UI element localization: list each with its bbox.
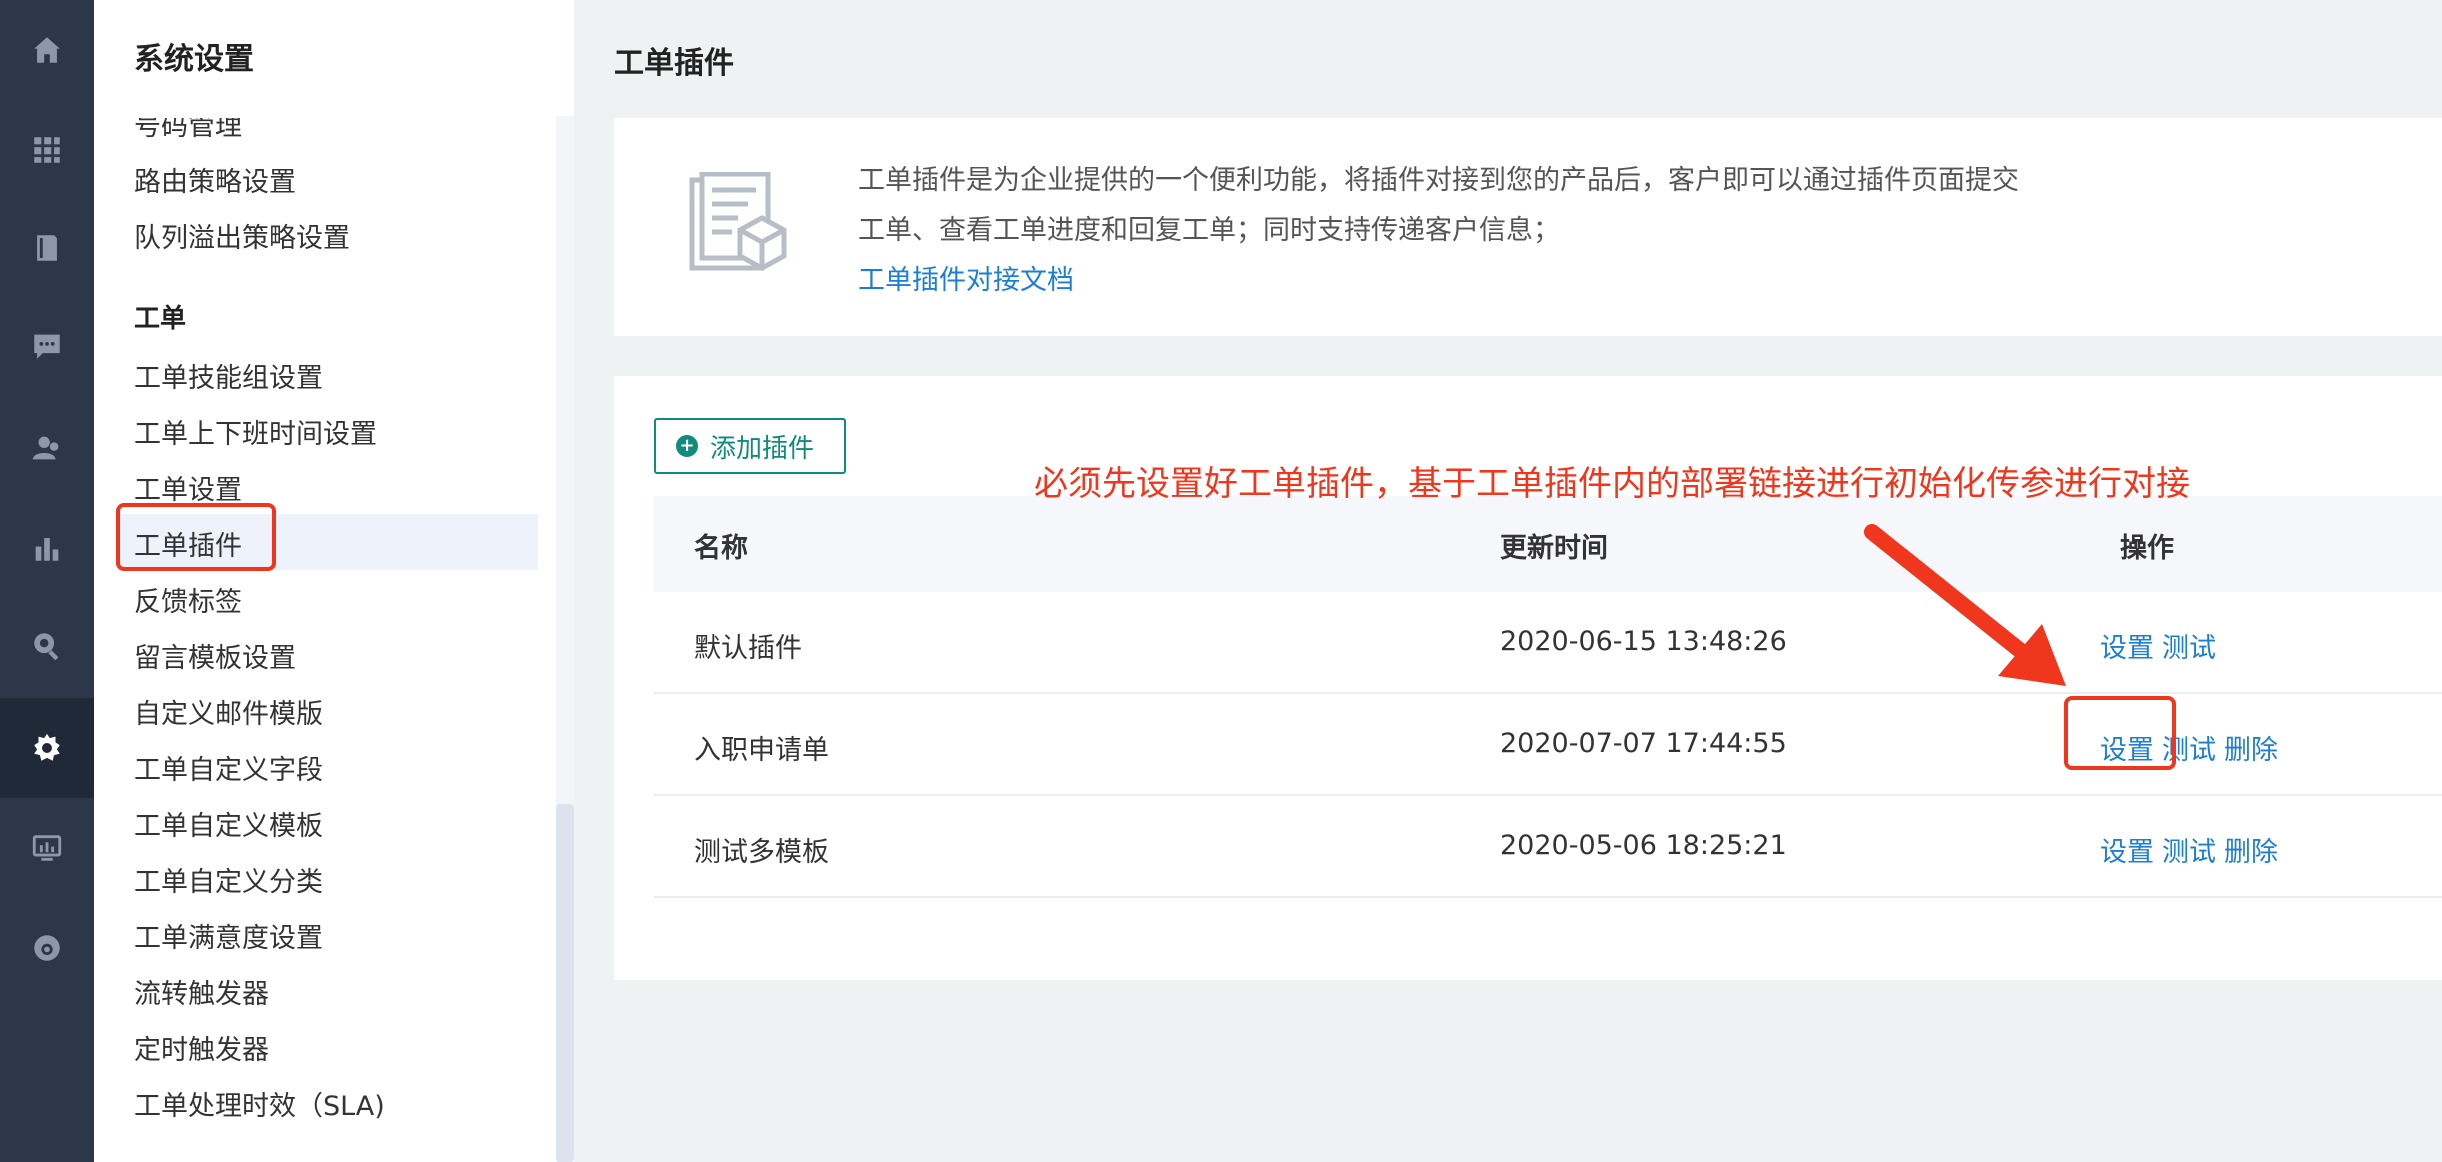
info-card: 工单插件是为企业提供的一个便利功能，将插件对接到您的产品后，客户即可以通过插件页… <box>614 118 2442 336</box>
sidebar-section-ticket: 工单 <box>134 304 187 334</box>
table-header: 名称 更新时间 操作 <box>654 496 2442 592</box>
rail-camera[interactable] <box>0 898 94 998</box>
column-header-name: 名称 <box>694 533 748 564</box>
annotation-box-settings <box>2064 696 2176 770</box>
row-name: 默认插件 <box>694 633 802 664</box>
row-actions: 设置 测试 <box>2100 626 2224 665</box>
rail-settings[interactable] <box>0 698 94 798</box>
camera-icon <box>34 935 60 961</box>
sidebar-item-ticket-settings[interactable]: 工单设置 <box>134 468 242 507</box>
sidebar-item-custom-fields[interactable]: 工单自定义字段 <box>134 748 323 787</box>
settings-link[interactable]: 设置 <box>2100 837 2154 868</box>
book-icon <box>37 235 57 261</box>
settings-link[interactable]: 设置 <box>2100 633 2154 664</box>
sidebar-title: 系统设置 <box>134 42 254 77</box>
document-box-icon <box>689 172 787 271</box>
sidebar-item-message-template[interactable]: 留言模板设置 <box>134 636 296 675</box>
rail-knowledge[interactable] <box>0 198 94 298</box>
row-name: 入职申请单 <box>694 735 829 766</box>
sidebar-item-number-management[interactable]: 号码管理 <box>134 118 242 143</box>
sidebar-item-feedback-tags[interactable]: 反馈标签 <box>134 580 242 619</box>
rail-monitor[interactable] <box>0 798 94 898</box>
annotation-arrow-icon <box>1864 524 2066 686</box>
contacts-icon <box>32 436 59 460</box>
sidebar-item-routing-strategy[interactable]: 路由策略设置 <box>134 160 296 199</box>
delete-link[interactable]: 删除 <box>2224 735 2278 766</box>
table-row: 默认插件 2020-06-15 13:48:26 设置 测试 <box>654 592 2442 694</box>
info-description-line1: 工单插件是为企业提供的一个便利功能，将插件对接到您的产品后，客户即可以通过插件页… <box>858 165 2019 196</box>
main-content: 工单插件 工单插件是为企业提供的一个便利功能，将插件对接到您的产品后，客户即可以… <box>574 0 2442 1162</box>
sidebar-scrollbar[interactable] <box>556 116 574 1162</box>
sidebar-item-custom-template[interactable]: 工单自定义模板 <box>134 804 323 843</box>
rail-search[interactable] <box>0 596 94 696</box>
page-title: 工单插件 <box>614 46 734 81</box>
rail-reports[interactable] <box>0 498 94 598</box>
add-plugin-label: 添加插件 <box>710 433 815 464</box>
row-time: 2020-07-07 17:44:55 <box>1500 728 1787 759</box>
sidebar-item-work-hours[interactable]: 工单上下班时间设置 <box>134 412 377 451</box>
plugin-docs-link[interactable]: 工单插件对接文档 <box>858 258 1074 297</box>
row-time: 2020-05-06 18:25:21 <box>1500 830 1787 861</box>
column-header-updated: 更新时间 <box>1500 533 1608 564</box>
add-plugin-button[interactable]: + 添加插件 <box>654 418 846 474</box>
settings-sidebar: 系统设置 号码管理 路由策略设置 队列溢出策略设置 工单 工单技能组设置 工单上… <box>94 0 574 1162</box>
test-link[interactable]: 测试 <box>2162 633 2216 664</box>
rail-contacts[interactable] <box>0 398 94 498</box>
sidebar-item-email-template[interactable]: 自定义邮件模版 <box>134 692 323 731</box>
table-row: 测试多模板 2020-05-06 18:25:21 设置 测试 删除 <box>654 796 2442 898</box>
test-link[interactable]: 测试 <box>2162 837 2216 868</box>
sidebar-item-timer-trigger[interactable]: 定时触发器 <box>134 1028 269 1067</box>
gear-icon <box>34 733 60 761</box>
apps-icon <box>34 137 60 163</box>
sidebar-item-queue-overflow[interactable]: 队列溢出策略设置 <box>134 216 350 255</box>
column-header-actions: 操作 <box>2120 533 2174 564</box>
plus-circle-icon: + <box>676 435 698 457</box>
sidebar-scroll-thumb[interactable] <box>556 804 574 1162</box>
row-actions: 设置 测试 删除 <box>2100 830 2286 869</box>
sidebar-item-flow-trigger[interactable]: 流转触发器 <box>134 972 269 1011</box>
sidebar-item-skill-group[interactable]: 工单技能组设置 <box>134 356 323 395</box>
rail-chat[interactable] <box>0 296 94 396</box>
info-description-line2: 工单、查看工单进度和回复工单；同时支持传递客户信息； <box>858 215 1560 246</box>
annotation-text: 必须先设置好工单插件，基于工单插件内的部署链接进行初始化传参进行对接 <box>1034 464 2190 504</box>
row-time: 2020-06-15 13:48:26 <box>1500 626 1787 657</box>
sidebar-item-sla[interactable]: 工单处理时效（SLA) <box>134 1084 385 1123</box>
monitor-icon <box>32 835 62 861</box>
rail-apps[interactable] <box>0 100 94 200</box>
row-name: 测试多模板 <box>694 837 829 868</box>
annotation-box-sidebar <box>116 503 276 571</box>
delete-link[interactable]: 删除 <box>2224 837 2278 868</box>
chat-icon <box>34 334 60 359</box>
home-icon <box>34 37 60 63</box>
sidebar-item-satisfaction[interactable]: 工单满意度设置 <box>134 916 323 955</box>
search-icon <box>34 633 59 661</box>
rail-home[interactable] <box>0 0 94 100</box>
sidebar-item-custom-category[interactable]: 工单自定义分类 <box>134 860 323 899</box>
bar-chart-icon <box>35 538 59 561</box>
icon-rail <box>0 0 94 1162</box>
